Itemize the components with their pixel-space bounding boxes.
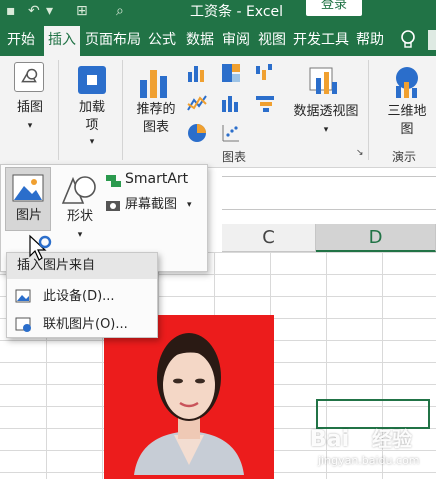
waterfall-chart-icon[interactable] xyxy=(254,62,276,84)
device-picture-icon xyxy=(15,289,31,303)
illustrations-label[interactable]: 插图 xyxy=(8,100,52,116)
addins-label[interactable]: 加载 xyxy=(70,100,114,116)
group-label-charts: 图表 xyxy=(222,150,247,164)
tab-page-layout[interactable]: 页面布局 xyxy=(82,24,144,56)
pictures-label: 图片 xyxy=(15,208,42,223)
undo-icon[interactable]: ↶ xyxy=(28,3,40,19)
svg-text:Bai: Bai xyxy=(310,427,349,452)
formula-bar[interactable] xyxy=(222,176,436,210)
tab-view[interactable]: 视图 xyxy=(254,24,290,56)
pictures-button[interactable]: 图片 xyxy=(5,167,51,231)
mouse-cursor-icon xyxy=(29,234,52,261)
column-header-d[interactable]: D xyxy=(316,224,436,252)
illustrations-dropdown-icon[interactable]: ▾ xyxy=(8,118,52,134)
menu-item-label: 此设备(D)... xyxy=(43,289,115,304)
title-bar: ▪ ↶ ▾ ⊞ ⌕ 工资条 - Excel 登录 xyxy=(0,0,436,24)
menu-item-this-device[interactable]: 此设备(D)... xyxy=(7,283,157,311)
ribbon-tab-row: 开始 插入 页面布局 公式 数据 审阅 视图 开发工具 帮助 xyxy=(0,24,436,56)
group-label-tours: 演示 xyxy=(392,150,417,164)
portrait-image xyxy=(134,333,244,475)
table-icon[interactable]: ⊞ xyxy=(76,3,88,19)
addins-label-2[interactable]: 项 xyxy=(70,118,114,134)
pivot-chart-label[interactable]: 数据透视图 xyxy=(290,104,362,120)
statistic-chart-icon[interactable] xyxy=(220,92,242,114)
online-picture-icon xyxy=(15,317,31,332)
3d-map-icon[interactable] xyxy=(390,64,424,100)
ribbon-separator xyxy=(122,60,123,160)
ribbon-insert: 插图 ▾ 加载 项 ▾ 推荐的 图表 数据透视图 ▾ 图表 ↘ 三维地 图 演示 xyxy=(0,56,436,168)
shapes-dropdown-icon[interactable]: ▾ xyxy=(57,227,103,243)
tab-insert[interactable]: 插入 xyxy=(44,24,80,56)
column-header-c[interactable]: C xyxy=(222,224,316,252)
svg-text:经验: 经验 xyxy=(372,427,412,451)
screenshot-icon[interactable] xyxy=(105,197,123,213)
tab-data[interactable]: 数据 xyxy=(182,24,218,56)
tab-home[interactable]: 开始 xyxy=(0,24,42,56)
ribbon-separator xyxy=(368,60,369,160)
shapes-icon[interactable] xyxy=(59,173,99,207)
tab-developer[interactable]: 开发工具 xyxy=(290,24,352,56)
3d-map-label-2[interactable]: 图 xyxy=(378,122,436,138)
login-button[interactable]: 登录 xyxy=(306,0,362,16)
addins-icon[interactable] xyxy=(78,66,106,94)
baidu-jingyan-logo: Bai 经验 xyxy=(310,427,412,452)
smartart-icon[interactable] xyxy=(105,173,123,189)
search-icon[interactable]: ⌕ xyxy=(116,3,124,19)
ribbon-separator xyxy=(58,60,59,160)
screenshot-dropdown-icon[interactable]: ▾ xyxy=(187,197,192,213)
save-icon[interactable]: ▪ xyxy=(6,3,16,19)
tab-help[interactable]: 帮助 xyxy=(352,24,388,56)
hierarchy-chart-icon[interactable] xyxy=(220,62,242,84)
pie-chart-icon[interactable] xyxy=(186,122,208,144)
screenshot-label[interactable]: 屏幕截图 xyxy=(125,197,177,213)
3d-map-label[interactable]: 三维地 xyxy=(378,104,436,120)
insert-picture-menu: 插入图片来自 此设备(D)... 联机图片(O)... xyxy=(6,252,158,338)
watermark-url: jingyan.baidu.com xyxy=(318,454,420,467)
recommended-charts-label-2[interactable]: 图表 xyxy=(130,120,182,136)
menu-item-online-pictures[interactable]: 联机图片(O)... xyxy=(7,311,157,339)
picture-icon xyxy=(12,174,44,202)
column-chart-icon[interactable] xyxy=(186,62,208,84)
pivot-chart-dropdown-icon[interactable]: ▾ xyxy=(290,122,362,138)
menu-item-label: 联机图片(O)... xyxy=(43,317,128,332)
dialog-launcher-icon[interactable]: ↘ xyxy=(356,148,364,158)
document-title: 工资条 - Excel xyxy=(190,4,284,20)
lightbulb-icon[interactable] xyxy=(398,29,418,51)
scatter-chart-icon[interactable] xyxy=(220,122,242,144)
tab-formulas[interactable]: 公式 xyxy=(144,24,180,56)
baidu-watermark: Bai 经验 jingyan.baidu.com xyxy=(308,424,432,472)
tab-review[interactable]: 审阅 xyxy=(218,24,254,56)
undo-dropdown-icon[interactable]: ▾ xyxy=(46,3,53,19)
shapes-label[interactable]: 形状 xyxy=(57,209,103,225)
line-chart-icon[interactable] xyxy=(186,92,208,114)
id-photo[interactable] xyxy=(104,315,274,479)
recommended-charts-label[interactable]: 推荐的 xyxy=(130,102,182,118)
smartart-label[interactable]: SmartArt xyxy=(125,171,188,187)
shapes-icon[interactable] xyxy=(14,62,44,92)
recommended-charts-icon[interactable] xyxy=(138,64,174,100)
funnel-chart-icon[interactable] xyxy=(254,92,276,114)
search-box-edge[interactable] xyxy=(428,30,436,50)
addins-dropdown-icon[interactable]: ▾ xyxy=(70,134,114,150)
pivot-chart-icon[interactable] xyxy=(306,64,342,100)
